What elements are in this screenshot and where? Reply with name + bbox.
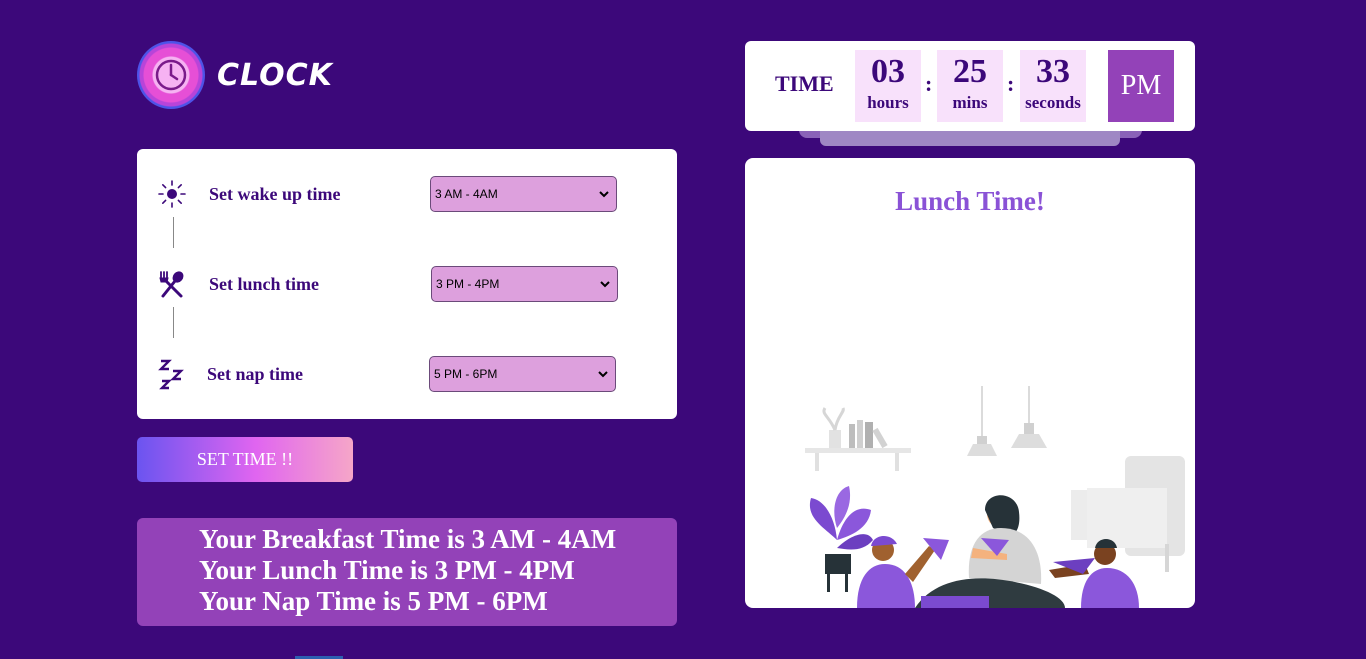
clock-logo-icon [137,41,205,109]
nap-setting-row: Set nap time 5 PM - 6PM [137,349,677,399]
nap-summary: Your Nap Time is 5 PM - 6PM [199,586,548,616]
hours-unit: hours [867,93,909,112]
time-settings-card: Set wake up time 3 AM - 4AM Set lunch ti… [137,149,677,419]
timeline-connector [173,217,174,248]
logo-text: CLOCK [217,57,333,93]
lunch-label: Set lunch time [209,273,319,294]
time-label: TIME [775,71,834,96]
time-separator: : [1007,71,1015,96]
seconds-value: 33 [1036,53,1070,90]
timeline-connector [173,307,174,338]
set-time-button[interactable]: SET TIME !! [137,437,353,482]
wake-up-select[interactable]: 3 AM - 4AM [430,176,617,212]
nap-select-value: 5 PM - 6PM [434,367,498,381]
lunch-illustration [805,386,1185,608]
chevron-down-icon [598,371,608,378]
lunch-summary: Your Lunch Time is 3 PM - 4PM [199,555,575,585]
current-time-card: TIME 03 hours : 25 mins : 33 seconds PM [745,41,1195,131]
chevron-down-icon [600,281,610,288]
message-card: Lunch Time! [745,158,1195,608]
message-title: Lunch Time! [895,186,1045,216]
lunch-select[interactable]: 3 PM - 4PM [431,266,618,302]
ampm-indicator: PM [1108,50,1174,122]
time-separator: : [925,71,933,96]
hours-box: 03 hours [855,50,921,122]
nap-label: Set nap time [207,363,303,384]
mins-box: 25 mins [937,50,1003,122]
chevron-down-icon [599,191,609,198]
nap-select[interactable]: 5 PM - 6PM [429,356,616,392]
mins-value: 25 [953,53,987,90]
app-logo: CLOCK [137,41,333,109]
mins-unit: mins [952,93,988,112]
sun-icon [157,179,187,209]
wake-up-label: Set wake up time [209,183,341,204]
wake-up-setting-row: Set wake up time 3 AM - 4AM [137,169,677,219]
schedule-summary: Your Breakfast Time is 3 AM - 4AM Your L… [137,518,677,626]
sleep-zzz-icon [157,359,187,390]
seconds-unit: seconds [1025,93,1081,112]
fork-spoon-icon [157,269,187,299]
lunch-select-value: 3 PM - 4PM [436,277,500,291]
lunch-setting-row: Set lunch time 3 PM - 4PM [137,259,677,309]
hours-value: 03 [871,53,905,90]
wake-up-select-value: 3 AM - 4AM [435,187,498,201]
seconds-box: 33 seconds [1020,50,1086,122]
breakfast-summary: Your Breakfast Time is 3 AM - 4AM [199,524,617,554]
